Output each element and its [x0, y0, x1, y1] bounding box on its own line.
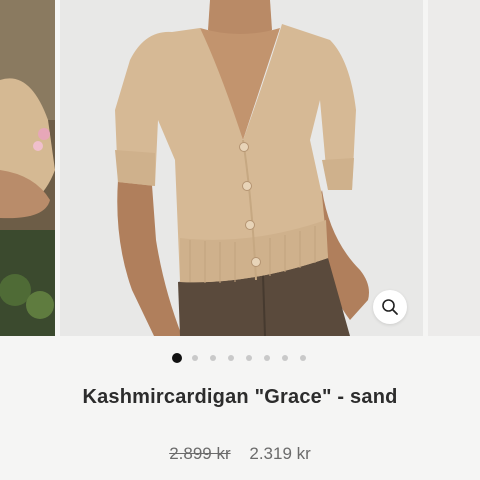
pagination-dot-5[interactable]: [240, 353, 258, 363]
magnifier-icon: [382, 299, 398, 315]
pagination-dot-7[interactable]: [276, 353, 294, 363]
pagination-dot-2[interactable]: [186, 353, 204, 363]
next-image-art: [428, 0, 480, 336]
main-product-image[interactable]: [60, 0, 423, 336]
pagination-dot-6[interactable]: [258, 353, 276, 363]
pagination-dot-8[interactable]: [294, 353, 312, 363]
pagination-dot-1[interactable]: [168, 353, 186, 363]
product-image-gallery[interactable]: [0, 0, 480, 340]
next-product-image[interactable]: [428, 0, 480, 336]
previous-product-image[interactable]: [0, 0, 55, 336]
pagination-dot-4[interactable]: [222, 353, 240, 363]
previous-image-art: [0, 0, 55, 336]
sale-price: 2.319 kr: [249, 444, 311, 463]
zoom-button[interactable]: [373, 290, 407, 324]
gallery-pagination: [0, 353, 480, 363]
cardigan-model-photo: [60, 0, 423, 336]
pagination-dot-3[interactable]: [204, 353, 222, 363]
product-prices: 2.899 kr 2.319 kr: [0, 444, 480, 464]
product-title: Kashmircardigan "Grace" - sand: [82, 386, 398, 408]
original-price: 2.899 kr: [169, 444, 231, 463]
